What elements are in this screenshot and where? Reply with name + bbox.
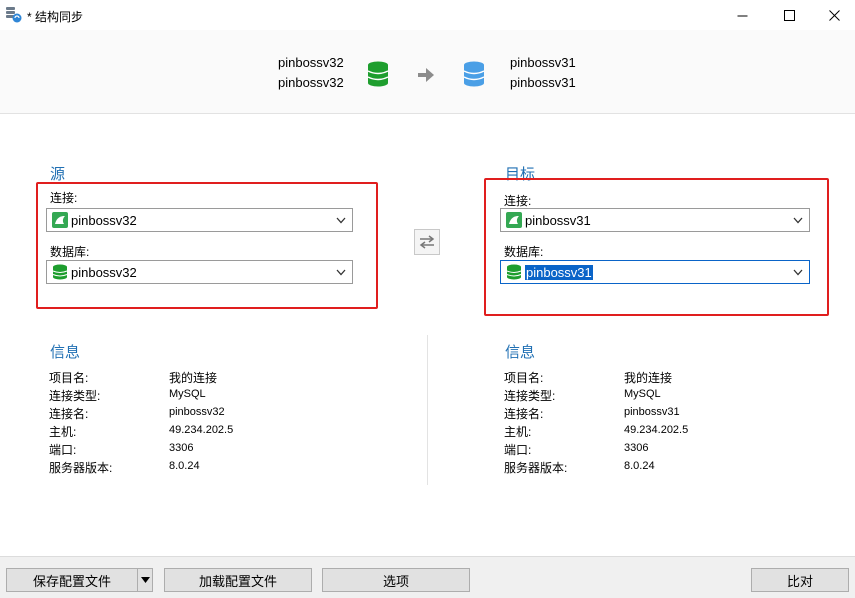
info-label: 端口: (49, 443, 77, 457)
swap-icon (419, 235, 435, 249)
info-value: 49.234.202.5 (169, 424, 234, 436)
info-value: pinbossv31 (624, 406, 680, 418)
close-icon (828, 9, 840, 21)
header-target-database: pinbossv31 (510, 75, 576, 90)
target-connection-select[interactable]: pinbossv31 (500, 208, 810, 232)
chevron-down-icon (336, 217, 346, 224)
info-value: 49.234.202.5 (624, 424, 689, 436)
database-icon (52, 264, 68, 280)
target-database-value: pinbossv31 (525, 265, 593, 280)
info-value: pinbossv32 (169, 406, 225, 418)
caret-down-icon (140, 577, 150, 583)
close-button[interactable] (811, 0, 855, 30)
database-icon (506, 264, 522, 280)
header-target-connection: pinbossv31 (510, 55, 576, 70)
header-source-database: pinbossv32 (278, 75, 344, 90)
source-heading: 源 (50, 166, 66, 183)
load-profile-button[interactable]: 加载配置文件 (164, 568, 312, 592)
info-label: 服务器版本: (504, 461, 568, 475)
header-source-connection: pinbossv32 (278, 55, 344, 70)
info-value: 8.0.24 (169, 460, 200, 472)
target-connection-label: 连接: (504, 194, 532, 208)
mysql-connection-icon (506, 212, 522, 228)
info-value: 3306 (624, 442, 649, 454)
window-title: * 结构同步 (27, 10, 84, 24)
chevron-down-icon (793, 217, 803, 224)
target-database-icon (463, 61, 485, 87)
source-database-icon (367, 61, 389, 87)
compare-button[interactable]: 比对 (751, 568, 849, 592)
info-value: 我的连接 (169, 371, 218, 385)
info-label: 主机: (49, 425, 77, 439)
source-info-heading: 信息 (50, 344, 81, 361)
minimize-icon (737, 15, 747, 16)
source-connection-label: 连接: (50, 191, 78, 205)
info-label: 连接名: (49, 407, 89, 421)
info-label: 服务器版本: (49, 461, 113, 475)
sync-direction-header: pinbossv32 pinbossv32 pinbossv31 pinboss… (0, 30, 855, 114)
sync-app-icon (6, 7, 22, 23)
source-database-select[interactable]: pinbossv32 (46, 260, 353, 284)
footer-button-bar: 保存配置文件 加载配置文件 选项 比对 (0, 556, 855, 598)
chevron-down-icon (793, 269, 803, 276)
mysql-connection-icon (52, 212, 68, 228)
save-profile-dropdown-button[interactable] (137, 568, 153, 592)
source-connection-value: pinbossv32 (71, 213, 137, 228)
target-database-label: 数据库: (504, 245, 544, 259)
info-label: 连接类型: (504, 389, 556, 403)
maximize-icon (783, 9, 795, 21)
options-button[interactable]: 选项 (322, 568, 470, 592)
info-label: 连接类型: (49, 389, 101, 403)
minimize-button[interactable] (719, 0, 765, 30)
source-database-label: 数据库: (50, 245, 90, 259)
source-database-value: pinbossv32 (71, 265, 137, 280)
info-value: 我的连接 (624, 371, 673, 385)
structure-sync-window: * 结构同步 pinbossv32 pinbossv32 pinbossv31 … (0, 0, 855, 598)
info-value: 8.0.24 (624, 460, 655, 472)
chevron-down-icon (336, 269, 346, 276)
info-label: 端口: (504, 443, 532, 457)
target-connection-value: pinbossv31 (525, 213, 591, 228)
maximize-button[interactable] (766, 0, 812, 30)
info-label: 连接名: (504, 407, 544, 421)
info-value: MySQL (624, 388, 661, 400)
info-label: 主机: (504, 425, 532, 439)
arrow-right-icon (418, 68, 434, 82)
info-label: 项目名: (504, 371, 544, 385)
source-connection-select[interactable]: pinbossv32 (46, 208, 353, 232)
save-profile-button[interactable]: 保存配置文件 (6, 568, 138, 592)
info-label: 项目名: (49, 371, 89, 385)
info-divider (427, 335, 428, 485)
target-info-heading: 信息 (505, 344, 536, 361)
target-database-select[interactable]: pinbossv31 (500, 260, 810, 284)
info-value: MySQL (169, 388, 206, 400)
title-bar: * 结构同步 (0, 0, 855, 30)
info-value: 3306 (169, 442, 194, 454)
swap-source-target-button[interactable] (414, 229, 440, 255)
